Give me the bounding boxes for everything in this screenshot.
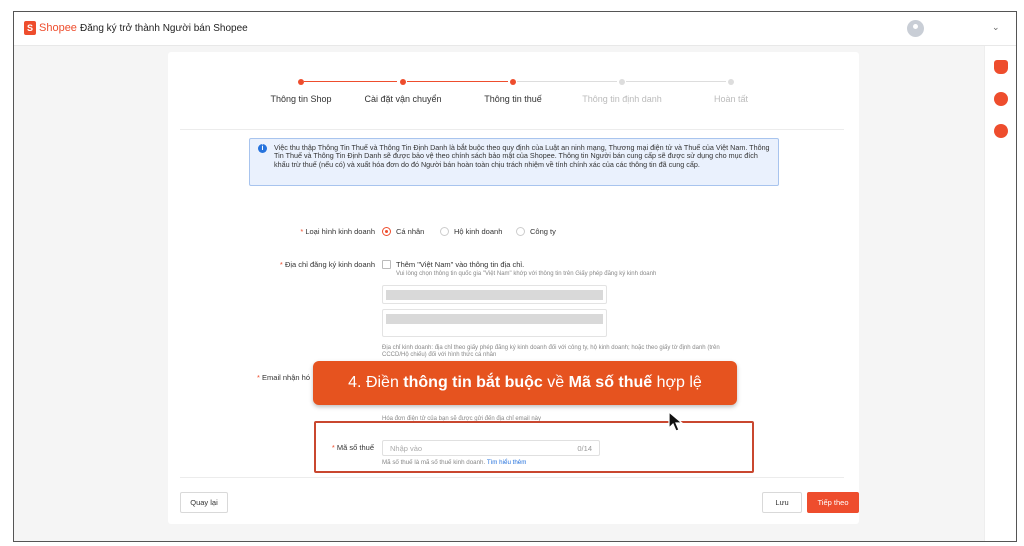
add-vietnam-label: Thêm "Việt Nam" vào thông tin địa chỉ. (396, 260, 525, 269)
step-dot (728, 79, 734, 85)
shopee-logo[interactable]: S Shopee (24, 21, 77, 35)
step-label: Thông tin Shop (270, 94, 332, 104)
redacted-value (386, 290, 603, 300)
address-detail-textarea[interactable] (382, 309, 607, 337)
step-dot (619, 79, 625, 85)
step-dot (510, 79, 516, 85)
step-label: Thông tin định danh (582, 94, 662, 104)
chat-icon[interactable] (994, 124, 1008, 138)
top-bar: S Shopee Đăng ký trở thành Người bán Sho… (14, 12, 1016, 46)
divider (180, 477, 844, 478)
radio-company-label: Công ty (530, 227, 556, 236)
radio-individual[interactable] (382, 227, 391, 236)
radio-household-label: Hộ kinh doanh (454, 227, 503, 236)
step-dot (298, 79, 304, 85)
divider (180, 129, 844, 130)
progress-stepper: Thông tin Shop Cài đặt vận chuyển Thông … (168, 52, 859, 112)
info-notice: i Việc thu thập Thông Tin Thuế và Thông … (249, 138, 779, 186)
radio-household[interactable] (440, 227, 449, 236)
back-button[interactable]: Quay lại (180, 492, 228, 513)
add-vietnam-checkbox[interactable] (382, 260, 391, 269)
step-dot (400, 79, 406, 85)
shopee-bag-icon: S (24, 21, 36, 35)
next-button[interactable]: Tiếp theo (807, 492, 859, 513)
avatar[interactable] (907, 20, 924, 37)
tutorial-callout: 4. Điền thông tin bắt buộc về Mã số thuế… (313, 361, 737, 405)
app-window: S Shopee Đăng ký trở thành Người bán Sho… (13, 11, 1017, 542)
radio-company[interactable] (516, 227, 525, 236)
step-connector (626, 81, 726, 82)
step-label: Thông tin thuế (484, 94, 542, 104)
business-type-label: * Loại hình kinh doanh (300, 227, 375, 236)
address-label: * Địa chỉ đăng ký kinh doanh (279, 260, 375, 269)
notice-text: Việc thu thập Thông Tin Thuế và Thông Ti… (274, 143, 770, 169)
right-sidebar (984, 46, 1016, 541)
address-checkbox-hint: Vui lòng chọn thông tin quốc gia "Việt N… (396, 271, 657, 277)
registration-card: Thông tin Shop Cài đặt vận chuyển Thông … (168, 52, 859, 524)
radio-individual-label: Cá nhân (396, 227, 425, 236)
step-label: Hoàn tất (713, 94, 749, 104)
chevron-down-icon[interactable]: ⌄ (992, 22, 1000, 33)
logo-text: Shopee (39, 22, 77, 34)
address-footer-hint: Địa chỉ kinh doanh: địa chỉ theo giấy ph… (382, 345, 720, 358)
support-icon[interactable] (994, 92, 1008, 106)
step-connector (517, 81, 617, 82)
page-title: Đăng ký trở thành Người bán Shopee (80, 23, 248, 34)
email-label: * Email nhận hó (257, 373, 310, 382)
step-connector (304, 81, 397, 82)
step-label: Cài đặt vận chuyển (364, 94, 442, 104)
info-icon: i (258, 144, 267, 153)
address-select[interactable] (382, 285, 607, 304)
bell-icon[interactable] (994, 60, 1008, 74)
step-connector (407, 81, 508, 82)
redacted-value (386, 314, 603, 324)
save-button[interactable]: Lưu (762, 492, 802, 513)
mouse-cursor-icon (668, 410, 684, 432)
